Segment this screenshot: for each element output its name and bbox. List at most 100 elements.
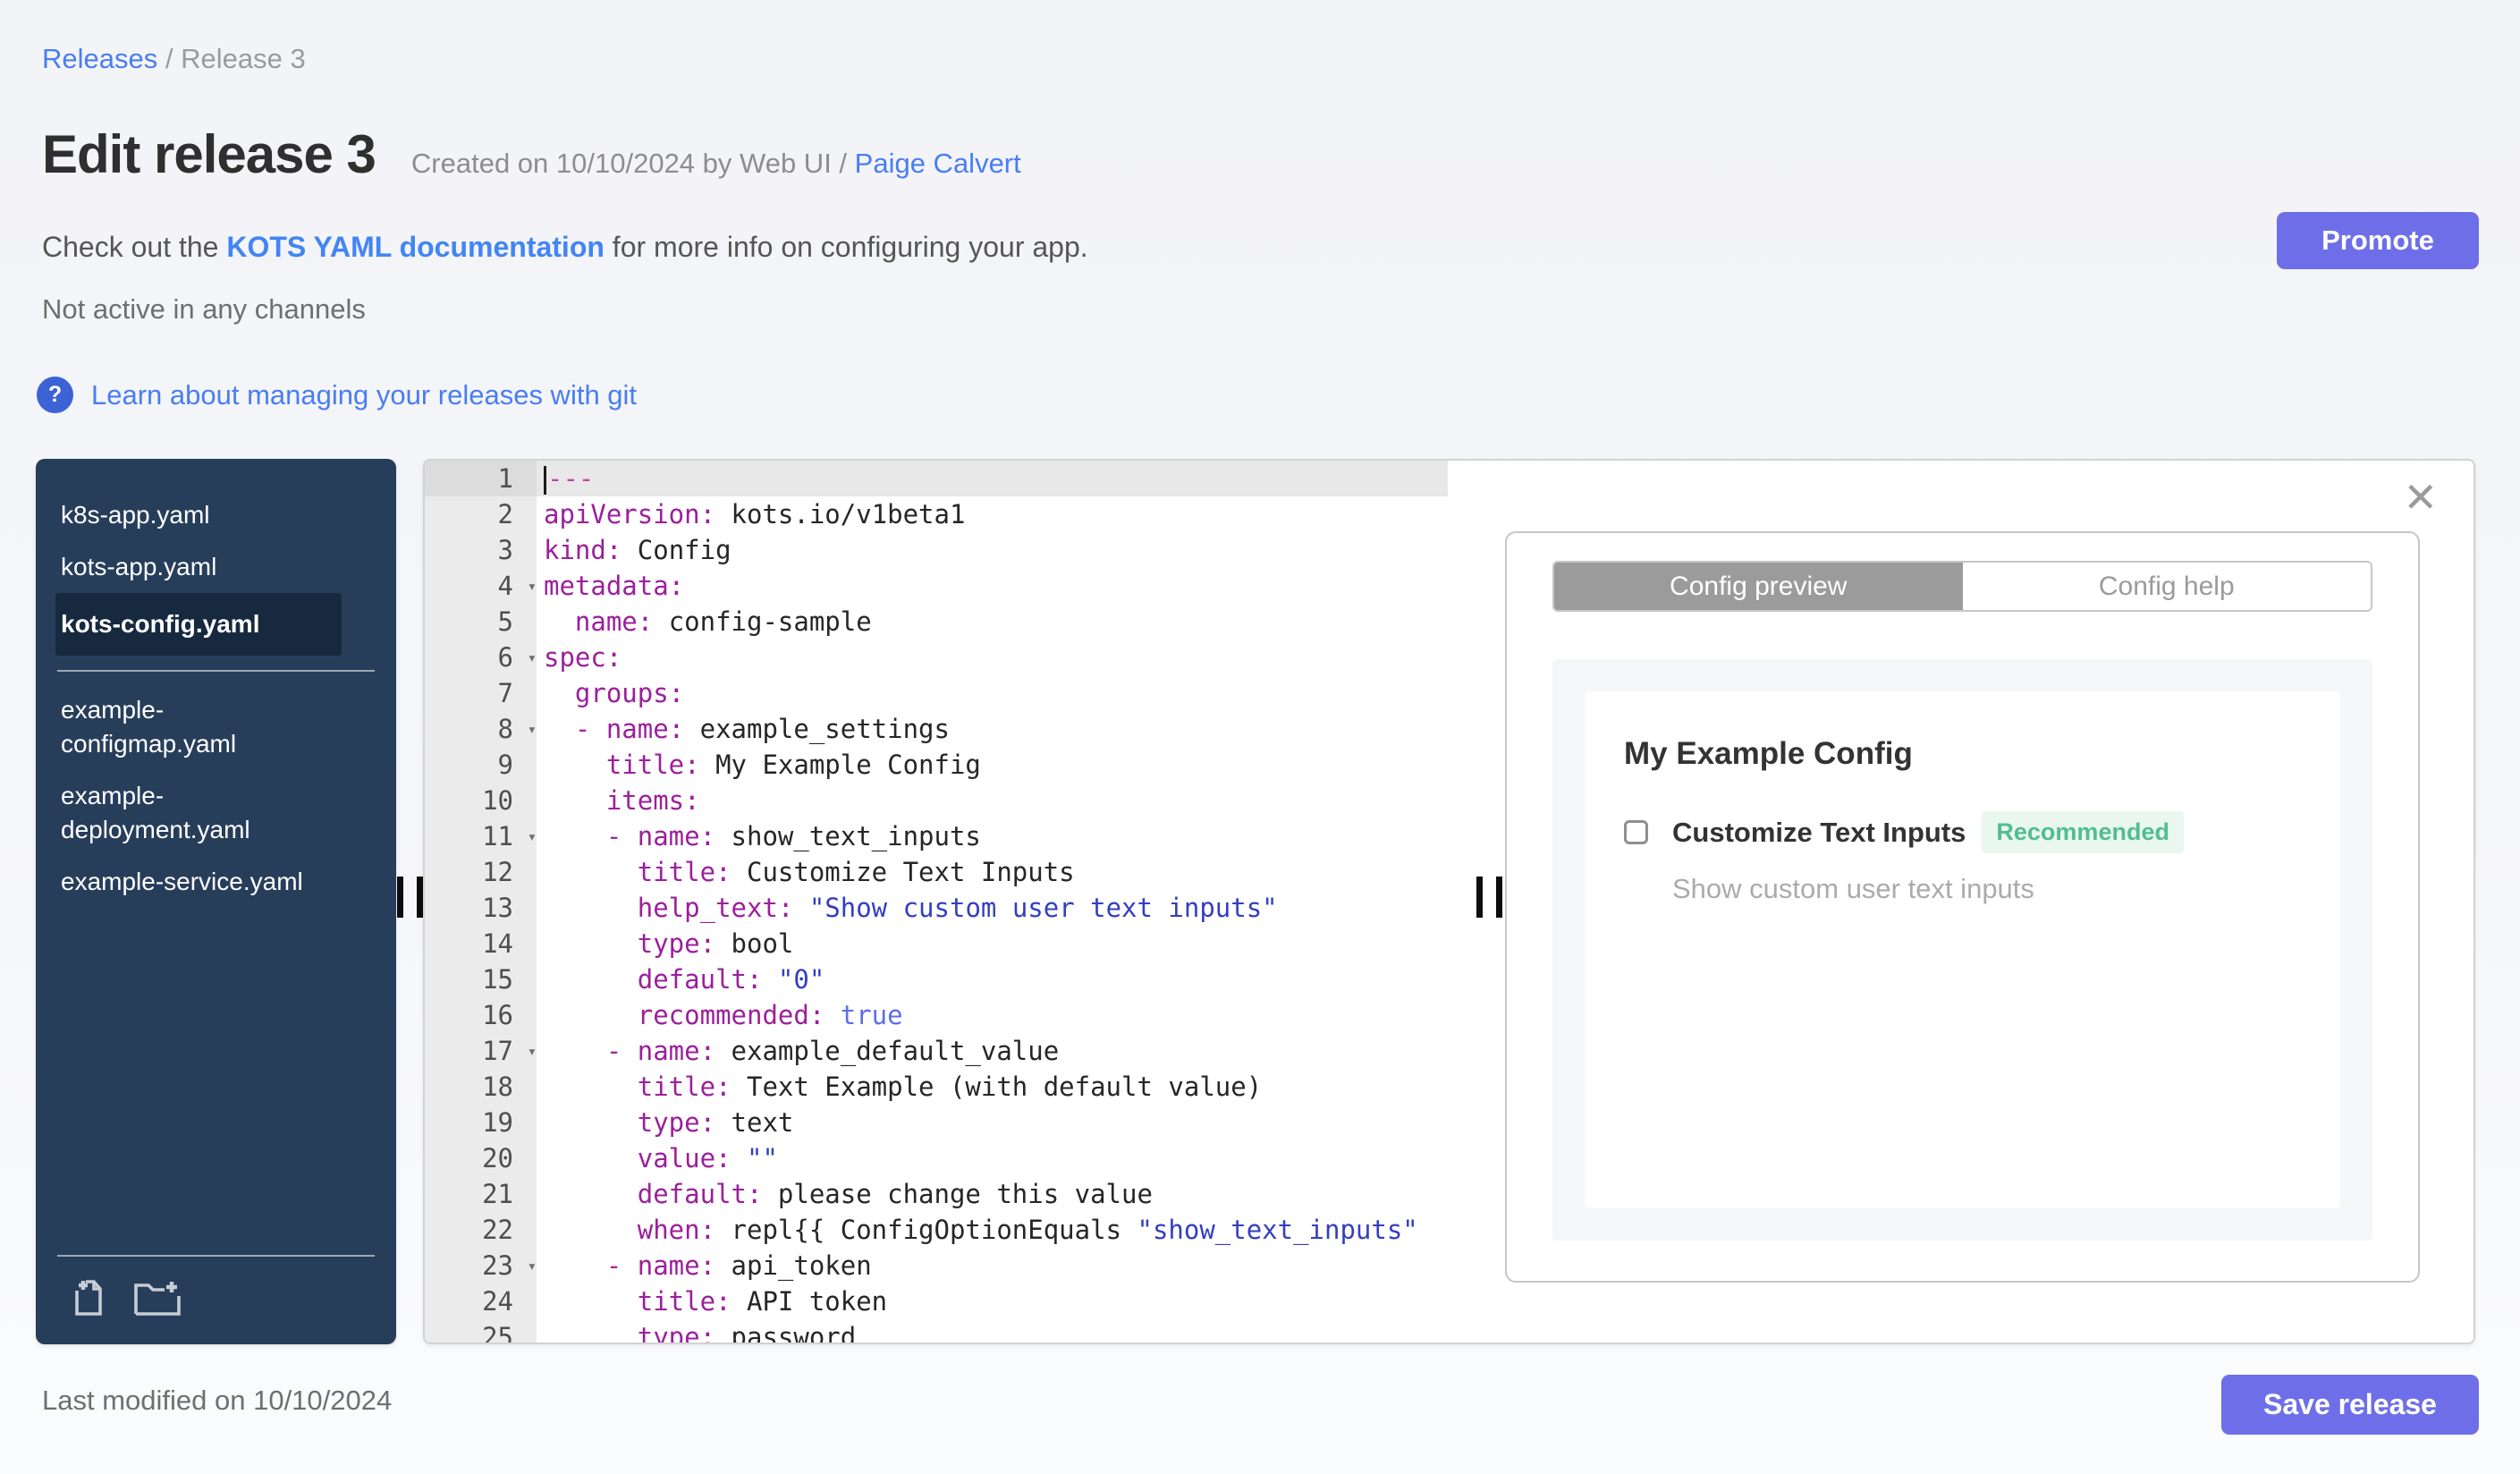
fold-arrow-icon[interactable]: ▾ [528,641,537,675]
line-number: 16 [425,997,537,1033]
line-number: 12 [425,854,537,890]
workbench: k8s-app.yaml kots-app.yaml kots-config.yam… [36,459,2475,1344]
channel-status: Not active in any channels [42,293,366,325]
sidebar-file-k8s-app.yaml[interactable]: k8s-app.yaml [36,489,322,541]
code-line-10[interactable]: 10 items: [425,783,1448,818]
code-line-3[interactable]: 3 kind: Config [425,532,1448,568]
last-modified-text: Last modified on 10/10/2024 [42,1385,393,1416]
line-number: 13 [425,890,537,926]
config-preview-card: Config preview Config help My Example Co… [1505,531,2420,1283]
file-list-top: k8s-app.yaml kots-app.yaml kots-config.yam… [36,489,396,656]
line-number: 19 [425,1105,537,1140]
line-number: 3 [425,532,537,568]
code-line-7[interactable]: 7 groups: [425,675,1448,711]
promote-button[interactable]: Promote [2277,212,2479,269]
breadcrumb: Releases / Release 3 [42,43,306,75]
question-circle-icon: ? [37,377,73,413]
sidebar-file-example-configmap.yaml[interactable]: example-configmap.yaml [36,684,322,770]
code-line-2[interactable]: 2 apiVersion: kots.io/v1beta1 [425,496,1448,532]
preview-tab-bar: Config preview Config help [1552,561,2372,612]
fold-arrow-icon[interactable]: ▾ [528,1035,537,1069]
breadcrumb-separator: / [157,43,182,74]
git-help-row: ? Learn about managing your releases wit… [37,377,637,413]
code-line-23[interactable]: 23 ▾ - name: api_token [425,1248,1448,1283]
line-number: 25 [425,1319,537,1343]
close-icon[interactable]: ✕ [2403,477,2438,518]
customize-text-inputs-checkbox[interactable] [1624,820,1648,844]
git-help-link[interactable]: Learn about managing your releases with … [91,379,637,411]
line-number: 23 ▾ [425,1248,537,1283]
code-line-19[interactable]: 19 type: text [425,1105,1448,1140]
line-number: 11 ▾ [425,818,537,854]
code-line-15[interactable]: 15 default: "0" [425,961,1448,997]
code-line-20[interactable]: 20 value: "" [425,1140,1448,1176]
line-number: 22 [425,1212,537,1248]
code-line-1[interactable]: 1 --- [425,461,1448,496]
created-text: Created on 10/10/2024 by Web UI / [410,148,855,179]
line-number: 6 ▾ [425,640,537,675]
code-line-6[interactable]: 6 ▾ spec: [425,640,1448,675]
edit-release-page: Releases / Release 3 Edit release 3 Crea… [0,0,2520,1474]
tab-config-preview[interactable]: Config preview [1554,563,1963,610]
code-line-12[interactable]: 12 title: Customize Text Inputs [425,854,1448,890]
line-number: 8 ▾ [425,711,537,747]
fold-arrow-icon[interactable]: ▾ [528,713,537,747]
code-line-8[interactable]: 8 ▾ - name: example_settings [425,711,1448,747]
config-group-title: My Example Config [1624,736,1913,771]
page-title: Edit release 3 [42,124,376,184]
code-line-11[interactable]: 11 ▾ - name: show_text_inputs [425,818,1448,854]
sidebar-footer [36,1241,396,1344]
created-info: Created on 10/10/2024 by Web UI / Paige … [411,148,1021,180]
config-group-card: My Example Config Customize Text Inputs … [1585,691,2340,1208]
config-preview-pane: ✕ Config preview Config help My Example … [1448,461,2473,1343]
sidebar-file-example-deployment.yaml[interactable]: example-deployment.yaml [36,770,322,856]
config-render-area: My Example Config Customize Text Inputs … [1552,659,2372,1241]
code-line-25[interactable]: 25 type: password [425,1319,1448,1343]
code-line-13[interactable]: 13 help_text: "Show custom user text inp… [425,890,1448,926]
line-number: 18 [425,1069,537,1105]
line-number: 5 [425,604,537,640]
breadcrumb-releases-link[interactable]: Releases [42,43,157,74]
pane-resize-handle-right[interactable] [1475,877,1521,918]
code-lines[interactable]: 1 --- 2 apiVersion: kots.io/v1beta1 3 kind: C… [425,461,1448,1343]
author-link[interactable]: Paige Calvert [855,148,1021,179]
line-number: 24 [425,1283,537,1319]
file-list-bottom: example-configmap.yaml example-deployment… [36,684,396,908]
docs-prefix: Check out the [42,231,227,263]
line-number: 20 [425,1140,537,1176]
text-cursor [544,466,546,495]
config-item-row: Customize Text Inputs Recommended [1624,811,2301,853]
tab-config-help[interactable]: Config help [1962,563,2371,610]
code-line-21[interactable]: 21 default: please change this value [425,1176,1448,1212]
title-row: Edit release 3 Created on 10/10/2024 by … [42,123,1021,185]
code-line-18[interactable]: 18 title: Text Example (with default val… [425,1069,1448,1105]
code-line-22[interactable]: 22 when: repl{{ ConfigOptionEquals "show… [425,1212,1448,1248]
docs-line: Check out the KOTS YAML documentation fo… [42,231,1088,264]
line-number: 9 [425,747,537,783]
code-line-16[interactable]: 16 recommended: true [425,997,1448,1033]
line-number: 17 ▾ [425,1033,537,1069]
save-release-button[interactable]: Save release [2221,1375,2479,1435]
code-line-9[interactable]: 9 title: My Example Config [425,747,1448,783]
code-line-17[interactable]: 17 ▾ - name: example_default_value [425,1033,1448,1069]
code-line-5[interactable]: 5 name: config-sample [425,604,1448,640]
sidebar-file-kots-config.yaml[interactable]: kots-config.yaml [55,593,342,656]
line-number: 1 [425,461,537,496]
new-file-icon[interactable] [70,1276,113,1319]
new-folder-icon[interactable] [132,1276,182,1319]
docs-suffix: for more info on configuring your app. [604,231,1088,263]
code-line-24[interactable]: 24 title: API token [425,1283,1448,1319]
code-line-14[interactable]: 14 type: bool [425,926,1448,961]
file-sidebar: k8s-app.yaml kots-app.yaml kots-config.yam… [36,459,396,1344]
fold-arrow-icon[interactable]: ▾ [528,820,537,854]
kots-yaml-docs-link[interactable]: KOTS YAML documentation [226,231,605,263]
recommended-badge: Recommended [1982,811,2184,853]
config-item-label[interactable]: Customize Text Inputs [1672,817,1966,849]
sidebar-file-kots-app.yaml[interactable]: kots-app.yaml [36,541,322,593]
code-line-4[interactable]: 4 ▾ metadata: [425,568,1448,604]
fold-arrow-icon[interactable]: ▾ [528,1250,537,1283]
fold-arrow-icon[interactable]: ▾ [528,570,537,604]
line-number: 10 [425,783,537,818]
file-list-divider [57,670,375,672]
sidebar-file-example-service.yaml[interactable]: example-service.yaml [36,856,322,908]
